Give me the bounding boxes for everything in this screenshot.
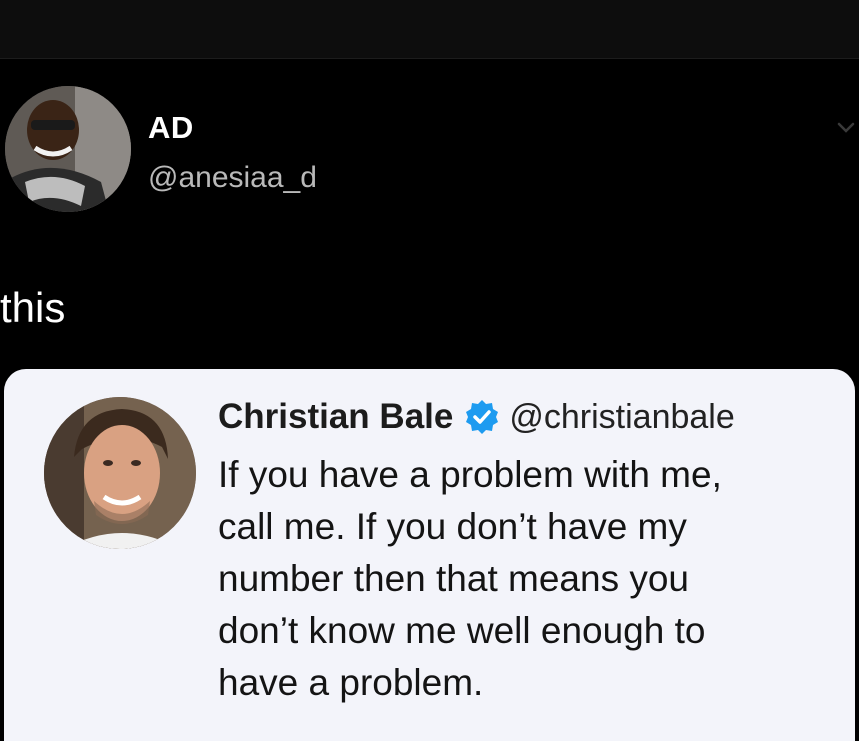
- verified-badge-icon: [466, 400, 499, 434]
- tweet-screen: AD @anesiaa_d this Christian Bale @chris…: [0, 0, 859, 741]
- quoted-author-name[interactable]: Christian Bale: [218, 395, 453, 439]
- user-avatar-icon: [44, 397, 196, 549]
- tweet-text: this: [0, 284, 66, 331]
- author-handle[interactable]: @anesiaa_d: [148, 160, 317, 196]
- quoted-author-handle[interactable]: @christianbale: [509, 395, 734, 439]
- quoted-tweet-card[interactable]: Christian Bale @christianbale If you hav…: [4, 369, 855, 741]
- quoted-tweet-line: If you have a problem with me,: [218, 454, 722, 495]
- author-name[interactable]: AD: [148, 110, 194, 146]
- quoted-author-avatar[interactable]: [44, 397, 196, 549]
- quoted-tweet-text: If you have a problem with me, call me. …: [218, 449, 838, 709]
- quoted-tweet-line: have a problem.: [218, 662, 484, 703]
- chevron-down-icon[interactable]: [835, 116, 857, 138]
- author-avatar[interactable]: [5, 86, 131, 212]
- quoted-tweet-header: Christian Bale @christianbale: [218, 395, 735, 439]
- top-bar: [0, 0, 859, 59]
- user-avatar-icon: [5, 86, 131, 212]
- quoted-tweet-line: call me. If you don’t have my: [218, 506, 687, 547]
- quoted-tweet-line: number then that means you: [218, 558, 690, 599]
- quoted-tweet-line: don’t know me well enough to: [218, 610, 706, 651]
